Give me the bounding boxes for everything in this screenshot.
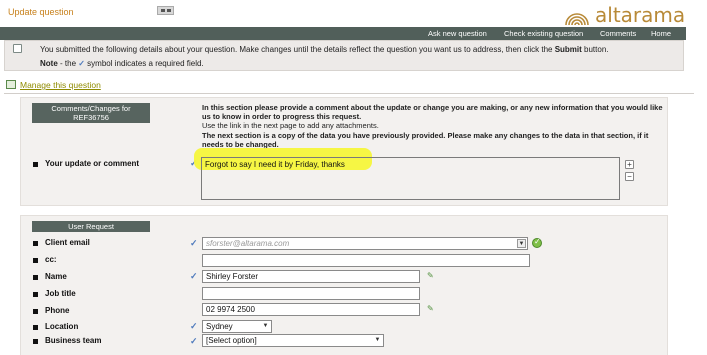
cc-input[interactable] [202,254,530,267]
note-text-end: symbol indicates a required field. [84,59,204,68]
job-title-label: Job title [45,289,76,298]
message-line-2: Note - the ✓ symbol indicates a required… [40,59,204,68]
bullet [33,258,38,263]
message-text-end: button. [581,45,609,54]
client-email-value: sforster@altarama.com [206,239,290,248]
cc-label: cc: [45,255,57,264]
bullet [33,162,38,167]
client-email-select[interactable]: sforster@altarama.com ▼ [202,237,528,250]
location-value: Sydney [206,322,233,331]
manage-question-icon[interactable] [6,80,16,89]
nav-ask-new-question[interactable]: Ask new question [428,29,487,38]
bullet [33,292,38,297]
info-message: You submitted the following details abou… [4,40,684,71]
message-line-1: You submitted the following details abou… [40,45,608,54]
manage-question-link[interactable]: Manage this question [20,80,101,90]
message-submit-word: Submit [554,45,582,54]
phone-label: Phone [45,306,70,315]
instructions-copy: The next section is a copy of the data y… [202,130,649,149]
client-email-label: Client email [45,238,90,247]
required-check-icon: ✓ [190,321,198,331]
bullet [33,241,38,246]
altarama-logo: altarama [563,2,685,28]
dropdown-arrow-icon[interactable]: ▼ [373,336,382,345]
name-input[interactable]: Shirley Forster [202,270,420,283]
verify-email-icon[interactable] [532,237,542,248]
bullet [33,325,38,330]
edit-name-icon[interactable]: ✎ [427,272,435,280]
logo-text: altarama [595,3,686,27]
section-instructions: In this section please provide a comment… [202,103,672,149]
comments-section-header: Comments/Changes for REF36756 [32,103,150,123]
edit-phone-icon[interactable]: ✎ [427,305,435,313]
location-label: Location [45,322,79,331]
note-label: Note [40,59,58,68]
page-title: Update question [8,7,74,17]
job-title-input[interactable] [202,287,420,300]
update-comment-label: Your update or comment [45,159,140,168]
business-team-value: [Select option] [206,336,257,345]
update-comment-textarea[interactable]: Forgot to say I need it by Friday, thank… [201,157,620,200]
required-check-icon: ✓ [190,238,198,248]
note-text: - the [57,59,79,68]
instructions-main: In this section please provide a comment… [202,103,663,122]
bullet [33,309,38,314]
top-navigation: Ask new question Check existing question… [0,27,686,40]
business-team-select[interactable]: [Select option] ▼ [202,334,384,347]
required-check-icon: ✓ [190,271,198,281]
instructions-attachments: Use the link in the next page to add any… [202,121,379,131]
name-label: Name [45,272,67,281]
dropdown-arrow-icon[interactable]: ▼ [261,322,270,331]
collapse-button[interactable]: − [625,172,634,181]
business-team-label: Business team [45,336,102,345]
info-icon [13,44,22,53]
bullet [33,339,38,344]
update-comment-text: Forgot to say I need it by Friday, thank… [205,160,345,169]
required-check-icon: ✓ [190,336,198,346]
nav-comments[interactable]: Comments [600,29,636,38]
dropdown-arrow-icon[interactable]: ▼ [517,239,526,248]
nav-check-existing-question[interactable]: Check existing question [504,29,583,38]
altarama-logo-icon [565,13,589,26]
phone-input[interactable]: 02 9974 2500 [202,303,420,316]
location-select[interactable]: Sydney ▼ [202,320,272,333]
comments-header-title: Comments/Changes for [51,104,131,113]
required-check-icon: ✓ [78,59,85,68]
divider [4,93,694,94]
nav-home[interactable]: Home [651,29,671,38]
message-text: You submitted the following details abou… [40,45,555,54]
user-request-header: User Request [32,221,150,232]
print-toolbar-icon[interactable] [157,6,174,15]
bullet [33,275,38,280]
comments-header-ref: REF36756 [73,113,109,122]
expand-button[interactable]: + [625,160,634,169]
